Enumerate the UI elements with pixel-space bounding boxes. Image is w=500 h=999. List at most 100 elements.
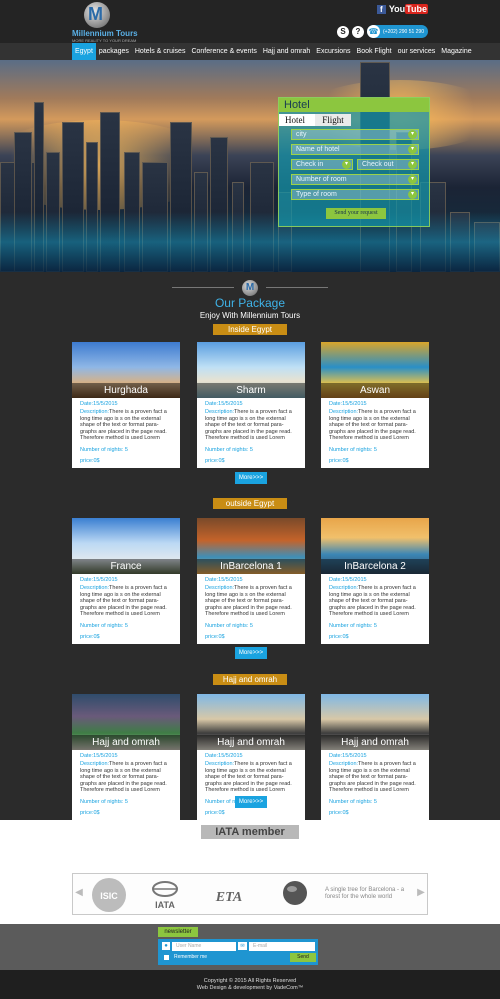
package-image: France	[72, 518, 180, 574]
chevron-down-icon: ▾	[408, 175, 417, 184]
package-date: Date:15/5/2015	[205, 753, 243, 759]
header-contact-icons: S ? ☎ (+202) 290 51 290	[336, 25, 428, 38]
svg-text:ETA: ETA	[215, 890, 242, 905]
package-title: Hajj and omrah	[197, 735, 305, 750]
package-price: price:0$	[80, 810, 100, 816]
category-badge: outside Egypt	[213, 498, 287, 509]
package-description: Description:There is a proven fact a lon…	[329, 585, 416, 617]
newsletter-email-input[interactable]: E-mail	[249, 942, 315, 951]
package-card[interactable]: Hurghada Date:15/5/2015 Description:There …	[72, 342, 180, 468]
package-image: InBarcelona 1	[197, 518, 305, 574]
youtube-icon[interactable]: YouTube	[389, 4, 428, 14]
package-card[interactable]: Hajj and omrah Date:15/5/2015 Description:…	[321, 694, 429, 820]
more-packages-button[interactable]: More>>>	[235, 647, 267, 659]
remember-checkbox[interactable]	[164, 955, 169, 960]
package-card[interactable]: InBarcelona 2 Date:15/5/2015 Description:T…	[321, 518, 429, 644]
more-packages-button[interactable]: More>>>	[235, 796, 267, 808]
package-date: Date:15/5/2015	[329, 577, 367, 583]
chevron-down-icon: ▾	[408, 130, 417, 139]
skype-icon[interactable]: S	[336, 25, 349, 38]
facebook-icon[interactable]: f	[376, 4, 386, 14]
nav-item[interactable]: Magazine	[438, 43, 474, 60]
partner-isic-logo: ISIC	[91, 877, 127, 913]
search-panel-title: Hotel	[279, 98, 429, 112]
send-request-button[interactable]: Send your request	[326, 208, 386, 219]
newsletter-label: newsletter	[158, 927, 198, 937]
category-badge: Inside Egypt	[213, 324, 287, 335]
divider-left	[172, 287, 234, 288]
package-description: Description:There is a proven fact a lon…	[80, 761, 167, 793]
package-card[interactable]: Aswan Date:15/5/2015 Description:There is …	[321, 342, 429, 468]
package-price: price:0$	[205, 634, 225, 640]
nav-item[interactable]: packages	[96, 43, 132, 60]
nav-item[interactable]: Conference & events	[188, 43, 259, 60]
package-description: Description:There is a proven fact a lon…	[80, 409, 167, 441]
tab-flight[interactable]: Flight	[315, 114, 351, 126]
help-icon[interactable]: ?	[351, 25, 364, 38]
social-links: f YouTube	[376, 2, 428, 16]
package-card[interactable]: InBarcelona 1 Date:15/5/2015 Description:T…	[197, 518, 305, 644]
phone-icon: ☎	[366, 25, 380, 38]
nav-item[interactable]: Egypt	[72, 43, 96, 60]
nav-item[interactable]: Hajj and omrah	[260, 43, 313, 60]
package-title: InBarcelona 1	[197, 559, 305, 574]
package-image: Hajj and omrah	[197, 694, 305, 750]
hotel-search-panel: Hotel Hotel Flight city ▾ Name of hotel ▾ …	[278, 97, 430, 227]
package-date: Date:15/5/2015	[329, 401, 367, 407]
newsletter-send-button[interactable]: Send	[290, 953, 316, 962]
package-image: Aswan	[321, 342, 429, 398]
chevron-down-icon: ▾	[342, 160, 351, 169]
phone-number: (+202) 290 51 290	[382, 28, 424, 35]
package-nights: Number of nights: 5	[329, 799, 377, 805]
partner-carousel: ◀ ISIC IATA ETA A single tree for Barcel…	[72, 873, 428, 915]
svg-text:IATA: IATA	[155, 900, 175, 910]
newsletter-section: newsletter ● User Name ✉ E-mail Remember…	[0, 924, 500, 970]
package-card[interactable]: France Date:15/5/2015 Description:There is…	[72, 518, 180, 644]
package-description: Description:There is a proven fact a lon…	[329, 409, 416, 441]
package-nights: Number of nights: 5	[329, 623, 377, 629]
package-image: Hajj and omrah	[321, 694, 429, 750]
phone-contact[interactable]: ☎ (+202) 290 51 290	[366, 25, 428, 38]
package-date: Date:15/5/2015	[205, 401, 243, 407]
chevron-down-icon: ▾	[408, 190, 417, 199]
package-description: Description:There is a proven fact a lon…	[205, 761, 292, 793]
carousel-next-icon[interactable]: ▶	[417, 887, 425, 899]
tab-hotel[interactable]: Hotel	[279, 114, 315, 126]
package-date: Date:15/5/2015	[80, 577, 118, 583]
packages-title: Our Package	[214, 296, 286, 310]
package-price: price:0$	[329, 634, 349, 640]
package-description: Description:There is a proven fact a lon…	[205, 585, 292, 617]
logo-mark-icon	[84, 2, 110, 28]
rooms-count-select[interactable]: Number of room ▾	[291, 174, 419, 185]
package-image: Hurghada	[72, 342, 180, 398]
package-price: price:0$	[329, 458, 349, 464]
more-packages-button[interactable]: More>>>	[235, 472, 267, 484]
city-select[interactable]: city ▾	[291, 129, 419, 140]
newsletter-form: ● User Name ✉ E-mail Remember me Send	[158, 939, 318, 965]
chevron-down-icon: ▾	[408, 160, 417, 169]
partner-eta-logo: ETA	[209, 877, 249, 913]
search-tabs: Hotel Flight	[279, 114, 429, 126]
carousel-prev-icon[interactable]: ◀	[75, 887, 83, 899]
package-card[interactable]: Hajj and omrah Date:15/5/2015 Description:…	[72, 694, 180, 820]
package-price: price:0$	[329, 810, 349, 816]
checkout-field[interactable]: Check out ▾	[357, 159, 419, 170]
nav-item[interactable]: Excursions	[313, 43, 353, 60]
partner-iata-logo: IATA	[145, 877, 185, 913]
package-nights: Number of nights: 5	[329, 447, 377, 453]
packages-subtitle: Enjoy With Millennium Tours	[199, 311, 301, 320]
room-type-select[interactable]: Type of room ▾	[291, 189, 419, 200]
site-logo[interactable]: Millennium Tours MORE REALITY TO YOUR DR…	[72, 2, 142, 43]
mail-icon: ✉	[238, 942, 247, 950]
package-price: price:0$	[205, 810, 225, 816]
nav-item[interactable]: Book Flight	[354, 43, 395, 60]
newsletter-name-input[interactable]: User Name	[172, 942, 236, 951]
package-nights: Number of nights: 5	[80, 799, 128, 805]
checkin-field[interactable]: Check in ▾	[291, 159, 353, 170]
package-date: Date:15/5/2015	[329, 753, 367, 759]
nav-item[interactable]: our services	[395, 43, 439, 60]
main-nav: Egypt packages Hotels & cruises Conference …	[0, 43, 500, 60]
hotel-name-select[interactable]: Name of hotel ▾	[291, 144, 419, 155]
nav-item[interactable]: Hotels & cruises	[132, 43, 189, 60]
package-card[interactable]: Sharm Date:15/5/2015 Description:There is …	[197, 342, 305, 468]
